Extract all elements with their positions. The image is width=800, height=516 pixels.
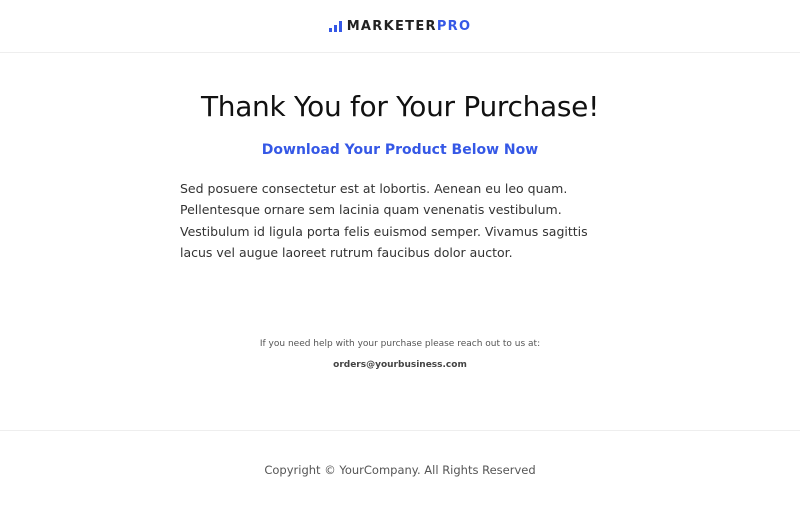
body-paragraph: Sed posuere consectetur est at lobortis.…: [180, 181, 588, 260]
copyright-text: Copyright © YourCompany. All Rights Rese…: [264, 463, 536, 477]
footer: Copyright © YourCompany. All Rights Rese…: [0, 430, 800, 516]
logo-accent: PRO: [436, 18, 472, 34]
main-content: Thank You for Your Purchase! Download Yo…: [180, 90, 620, 373]
email-page: MARKETERPRO Thank You for Your Purchase!…: [0, 0, 800, 516]
logo[interactable]: MARKETERPRO: [328, 19, 472, 34]
support-email-link[interactable]: orders@yourbusiness.com: [333, 358, 467, 373]
download-link[interactable]: Download Your Product Below Now: [180, 142, 620, 158]
bar-chart-icon: [328, 20, 342, 32]
help-text: If you need help with your purchase plea…: [259, 339, 541, 350]
logo-text: MARKETERPRO: [347, 19, 472, 34]
page-title: Thank You for Your Purchase!: [200, 90, 600, 123]
logo-prefix: MARKETER: [346, 18, 437, 34]
help-section: If you need help with your purchase plea…: [180, 337, 620, 373]
header: MARKETERPRO: [0, 0, 800, 53]
